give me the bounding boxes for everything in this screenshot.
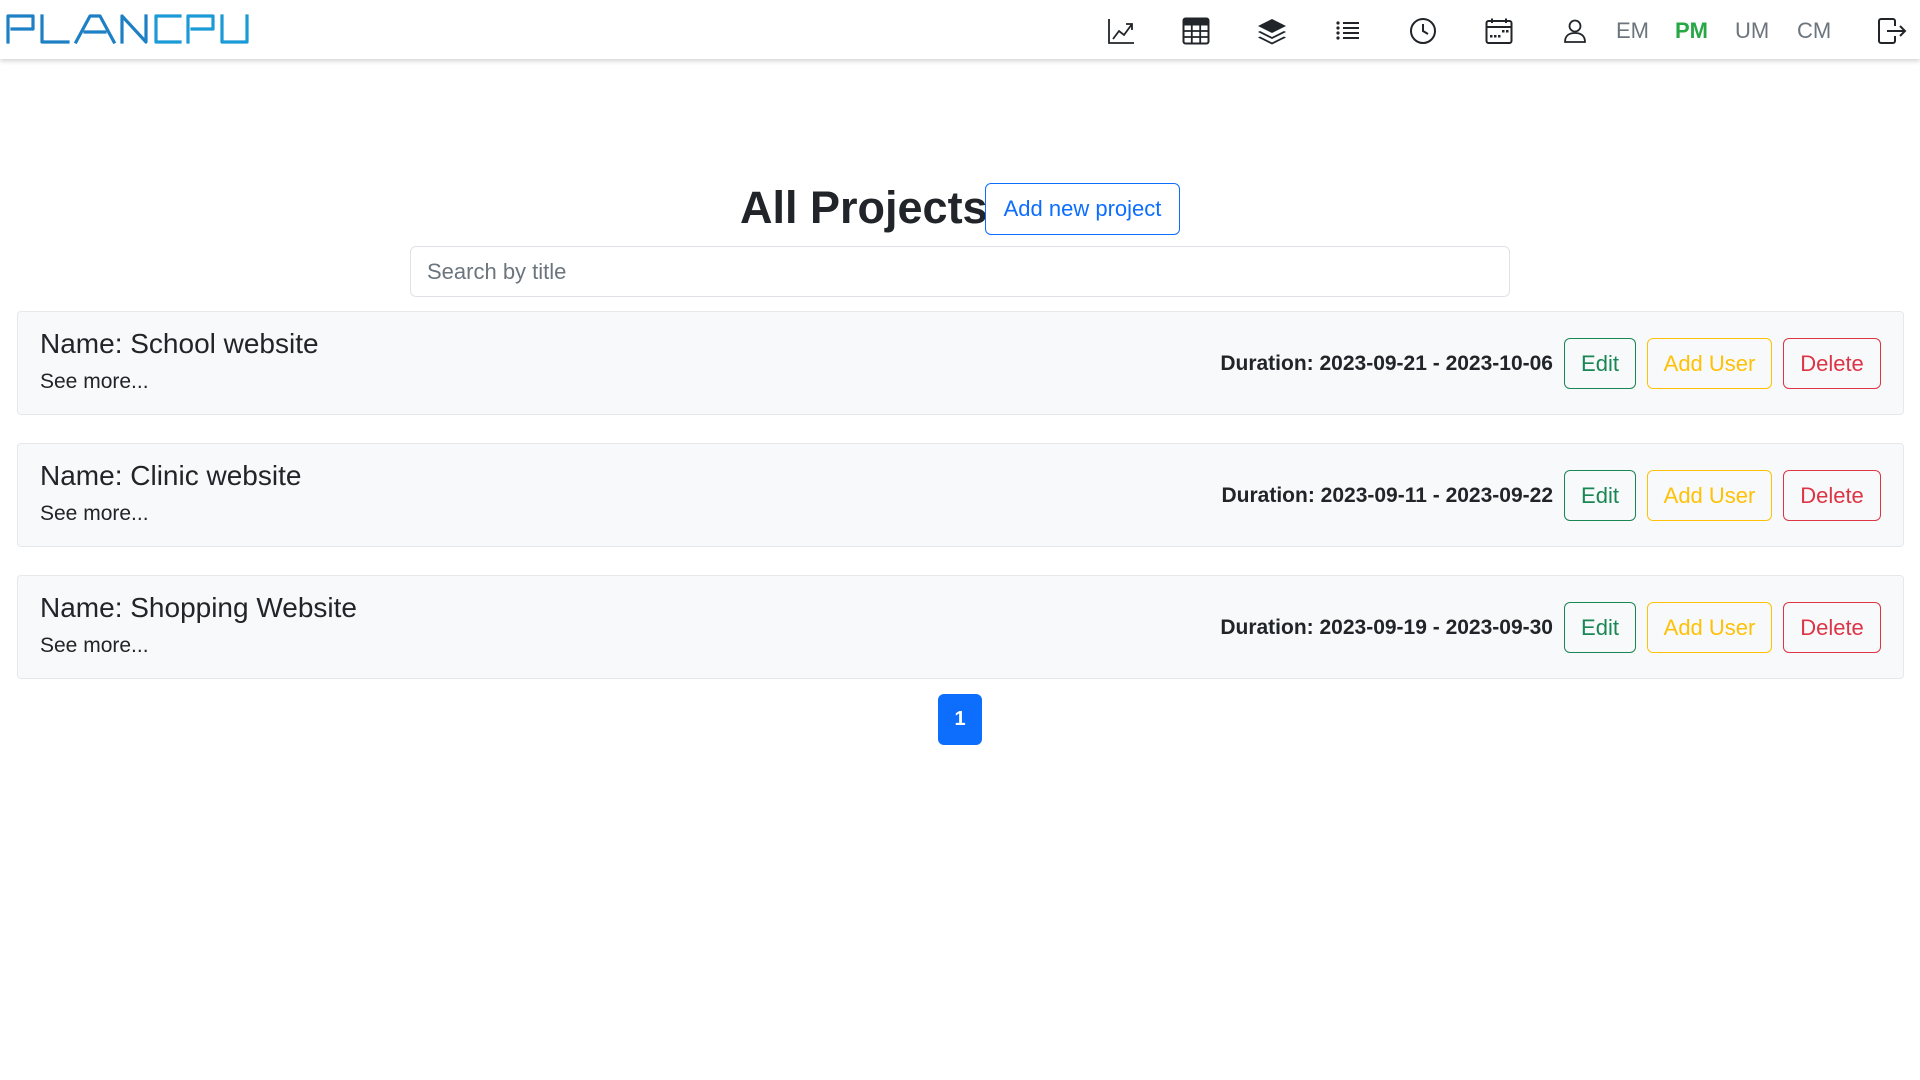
chart-line-icon[interactable] xyxy=(1106,16,1136,46)
project-card: Name: Clinic website See more... Duratio… xyxy=(17,443,1904,547)
add-user-button[interactable]: Add User xyxy=(1647,338,1772,389)
plancpu-logo[interactable] xyxy=(6,13,249,45)
nav-link-em[interactable]: EM xyxy=(1616,16,1649,46)
logout-icon[interactable] xyxy=(1877,16,1907,46)
nav-link-pm[interactable]: PM xyxy=(1675,16,1708,46)
add-user-button[interactable]: Add User xyxy=(1647,470,1772,521)
project-name: Name: Clinic website xyxy=(40,460,302,491)
layers-icon[interactable] xyxy=(1257,16,1287,46)
delete-button[interactable]: Delete xyxy=(1783,338,1881,389)
user-icon[interactable] xyxy=(1560,16,1590,46)
see-more-link[interactable]: See more... xyxy=(40,632,149,660)
see-more-link[interactable]: See more... xyxy=(40,368,149,396)
project-duration: Duration: 2023-09-11 - 2023-09-22 xyxy=(1221,484,1554,507)
project-card: Name: Shopping Website See more... Durat… xyxy=(17,575,1904,679)
page-title: All Projects: xyxy=(740,182,1003,233)
table-icon[interactable] xyxy=(1181,16,1211,46)
edit-button[interactable]: Edit xyxy=(1564,338,1636,389)
search-input[interactable] xyxy=(410,246,1510,297)
clock-icon[interactable] xyxy=(1408,16,1438,46)
delete-button[interactable]: Delete xyxy=(1783,602,1881,653)
logo-wordmark-icon xyxy=(6,14,249,45)
see-more-link[interactable]: See more... xyxy=(40,500,149,528)
project-name: Name: School website xyxy=(40,328,319,359)
edit-button[interactable]: Edit xyxy=(1564,470,1636,521)
project-card: Name: School website See more... Duratio… xyxy=(17,311,1904,415)
delete-button[interactable]: Delete xyxy=(1783,470,1881,521)
page-header: All Projects: Add new project xyxy=(0,180,1920,236)
project-duration: Duration: 2023-09-21 - 2023-10-06 xyxy=(1220,352,1553,375)
nav-link-cm[interactable]: CM xyxy=(1797,16,1831,46)
list-icon[interactable] xyxy=(1333,16,1363,46)
edit-button[interactable]: Edit xyxy=(1564,602,1636,653)
project-name: Name: Shopping Website xyxy=(40,592,357,623)
add-new-project-button[interactable]: Add new project xyxy=(985,183,1180,235)
pagination-page-button[interactable]: 1 xyxy=(938,694,982,745)
project-duration: Duration: 2023-09-19 - 2023-09-30 xyxy=(1220,616,1553,639)
nav-link-um[interactable]: UM xyxy=(1735,16,1769,46)
top-navbar: EM PM UM CM xyxy=(0,0,1920,59)
add-user-button[interactable]: Add User xyxy=(1647,602,1772,653)
calendar-icon[interactable] xyxy=(1484,16,1514,46)
